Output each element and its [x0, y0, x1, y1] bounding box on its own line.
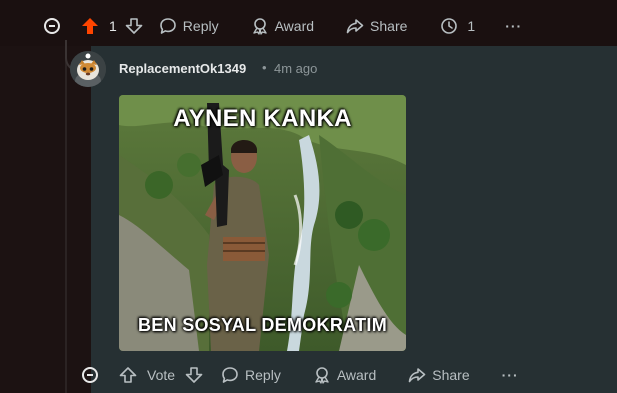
meme-photo — [119, 95, 406, 351]
downvote-arrow-icon — [125, 18, 143, 34]
page: 1 Reply Award Share 1 ··· ReplacementOk1… — [0, 0, 617, 393]
more-icon: ··· — [505, 18, 523, 34]
award-icon — [252, 18, 267, 35]
comment-image[interactable]: AYNEN KANKA BEN SOSYAL DEMOKRATIM — [119, 95, 406, 351]
child-actions: Vote Reply Award Share ··· — [82, 366, 519, 384]
collapse-thread-button[interactable] — [44, 18, 60, 34]
reply-label: Reply — [245, 367, 281, 383]
reply-label: Reply — [182, 18, 219, 34]
upvote-button[interactable] — [119, 366, 137, 384]
clock-award-icon — [441, 18, 458, 34]
upvote-button[interactable] — [81, 17, 99, 35]
downvote-arrow-icon — [185, 367, 203, 383]
more-icon: ··· — [501, 367, 519, 383]
share-button[interactable]: Share — [346, 17, 407, 35]
upvote-arrow-icon — [82, 18, 98, 34]
downvote-button[interactable] — [125, 17, 143, 35]
meme-top-text: AYNEN KANKA — [173, 105, 352, 132]
comment-timestamp[interactable]: 4m ago — [274, 61, 317, 76]
parent-actions: 1 Reply Award Share 1 ··· — [44, 17, 522, 35]
meme-bottom-text: BEN SOSYAL DEMOKRATIM — [138, 315, 387, 335]
snoo-avatar-icon — [70, 51, 106, 87]
avatar[interactable] — [70, 51, 106, 87]
awards-count: 1 — [467, 18, 476, 34]
upvote-arrow-icon — [119, 367, 137, 383]
share-label: Share — [432, 367, 470, 383]
awards-received[interactable]: 1 — [440, 17, 475, 35]
vote-count: 1 — [109, 18, 117, 34]
reply-button[interactable]: Reply — [221, 366, 281, 384]
vote-label: Vote — [147, 367, 176, 383]
more-options-button[interactable]: ··· — [505, 18, 522, 34]
award-label: Award — [274, 18, 315, 34]
downvote-button[interactable] — [185, 366, 203, 384]
reply-icon — [159, 18, 176, 34]
share-label: Share — [370, 18, 408, 34]
more-options-button[interactable]: ··· — [502, 367, 519, 383]
award-button[interactable]: Award — [251, 17, 314, 35]
separator-dot: • — [262, 60, 267, 75]
reply-button[interactable]: Reply — [159, 17, 219, 35]
share-icon — [346, 19, 364, 34]
award-button[interactable]: Award — [313, 366, 376, 384]
award-label: Award — [336, 367, 377, 383]
share-button[interactable]: Share — [408, 366, 470, 384]
share-icon — [408, 368, 426, 383]
username-link[interactable]: ReplacementOk1349 — [119, 61, 246, 76]
thread-line[interactable] — [65, 40, 67, 393]
award-icon — [315, 367, 329, 384]
reply-icon — [222, 367, 238, 383]
collapse-comment-button[interactable] — [82, 367, 98, 383]
